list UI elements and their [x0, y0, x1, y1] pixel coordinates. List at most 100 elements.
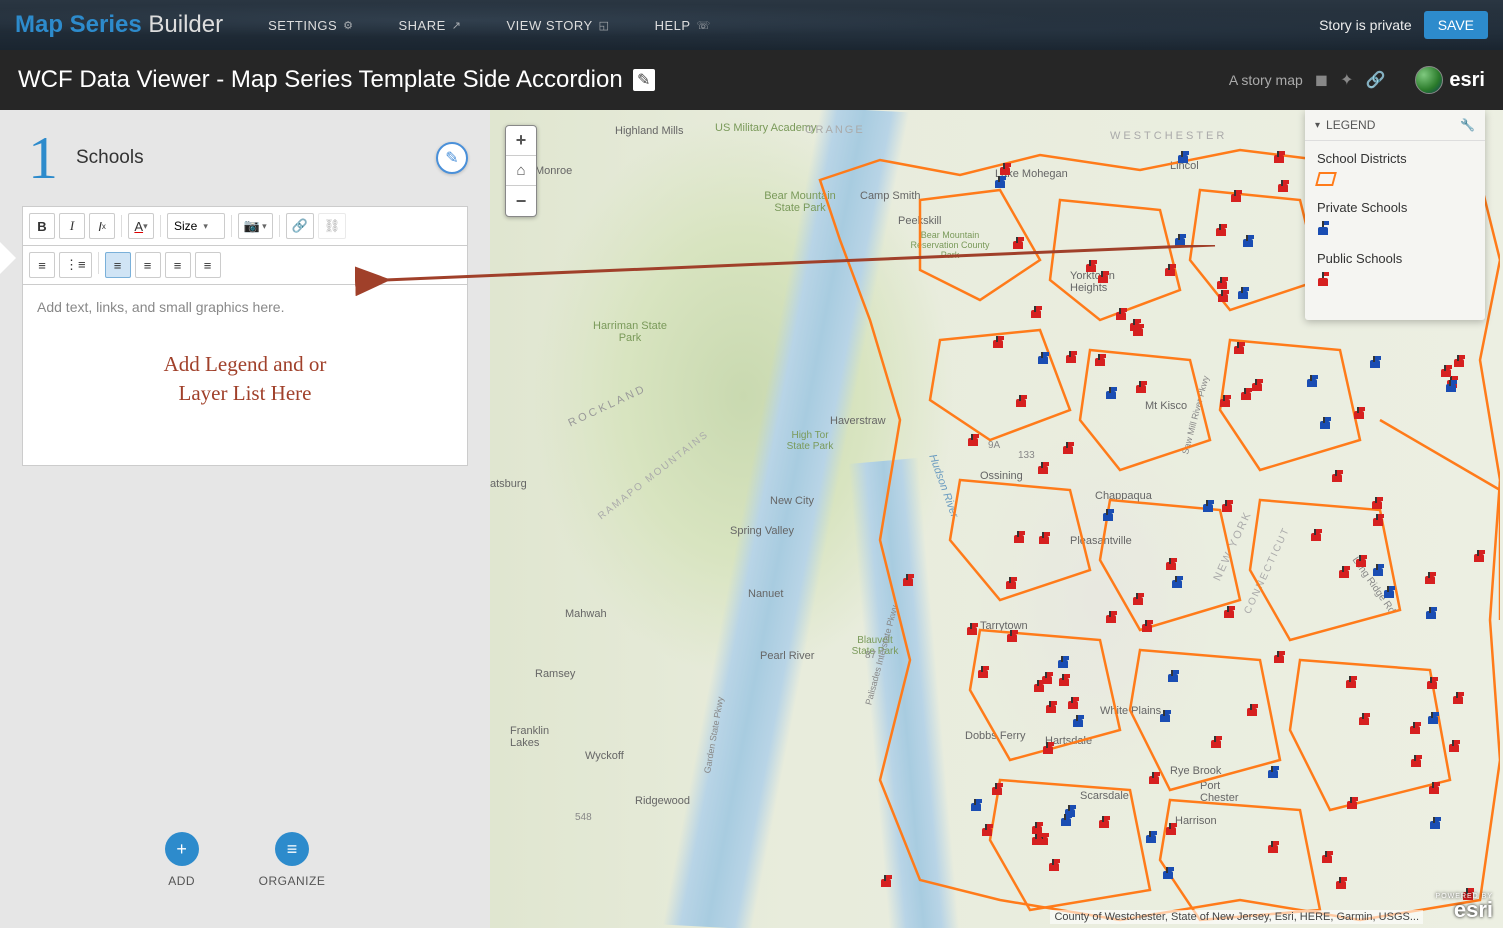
map-pin[interactable] — [1447, 740, 1461, 756]
map-pin[interactable] — [1176, 151, 1190, 167]
edit-title-button[interactable]: ✎ — [633, 69, 655, 91]
map-pin[interactable] — [1036, 462, 1050, 478]
map-pin[interactable] — [998, 163, 1012, 179]
map-pin[interactable] — [1096, 271, 1110, 287]
map-pin[interactable] — [1334, 877, 1348, 893]
map-pin[interactable] — [1071, 715, 1085, 731]
align-center-button[interactable]: ≡ — [135, 252, 161, 278]
map-pin[interactable] — [1318, 417, 1332, 433]
map-pin[interactable] — [1229, 190, 1243, 206]
map-pin[interactable] — [1101, 509, 1115, 525]
map-pin[interactable] — [1057, 674, 1071, 690]
map-pin[interactable] — [1173, 234, 1187, 250]
map-pin[interactable] — [1128, 319, 1142, 335]
map-pin[interactable] — [1354, 555, 1368, 571]
bold-button[interactable]: B — [29, 213, 55, 239]
map-pin[interactable] — [1214, 224, 1228, 240]
map-pin[interactable] — [1245, 704, 1259, 720]
font-size-select[interactable]: Size▾ — [167, 213, 225, 239]
map-pin[interactable] — [1014, 395, 1028, 411]
edit-section-button[interactable]: ✎ — [436, 142, 468, 174]
map-pin[interactable] — [965, 623, 979, 639]
link-button[interactable]: 🔗 — [286, 213, 314, 239]
map-pin[interactable] — [1164, 558, 1178, 574]
map-pin[interactable] — [1266, 766, 1280, 782]
map-pin[interactable] — [1344, 676, 1358, 692]
map-pin[interactable] — [1425, 677, 1439, 693]
map-pin[interactable] — [901, 574, 915, 590]
map-pin[interactable] — [1144, 831, 1158, 847]
map-pin[interactable] — [1158, 710, 1172, 726]
map-pin[interactable] — [969, 799, 983, 815]
map-pin[interactable] — [1337, 566, 1351, 582]
map-pin[interactable] — [1164, 823, 1178, 839]
map-pin[interactable] — [1371, 514, 1385, 530]
link-icon[interactable]: 🔗 — [1365, 70, 1385, 90]
zoom-home-button[interactable]: ⌂ — [506, 156, 536, 186]
map-pin[interactable] — [1209, 736, 1223, 752]
italic-button[interactable]: I — [59, 213, 85, 239]
map-pin[interactable] — [980, 824, 994, 840]
map-pin[interactable] — [1408, 722, 1422, 738]
map-pin[interactable] — [1236, 287, 1250, 303]
map-pin[interactable] — [879, 875, 893, 891]
map-pin[interactable] — [1371, 564, 1385, 580]
zoom-in-button[interactable]: + — [506, 126, 536, 156]
map-pin[interactable] — [1427, 782, 1441, 798]
map-pin[interactable] — [1104, 387, 1118, 403]
map-pin[interactable] — [990, 783, 1004, 799]
map-pin[interactable] — [1370, 497, 1384, 513]
map-pin[interactable] — [1064, 351, 1078, 367]
map-pin[interactable] — [1012, 531, 1026, 547]
map-pin[interactable] — [1272, 151, 1286, 167]
map-pin[interactable] — [1134, 381, 1148, 397]
map-pin[interactable] — [1368, 356, 1382, 372]
map-pin[interactable] — [1309, 529, 1323, 545]
zoom-out-button[interactable]: − — [506, 186, 536, 216]
map-pin[interactable] — [1444, 380, 1458, 396]
map-pin[interactable] — [1041, 742, 1055, 758]
insert-media-button[interactable]: 📷▾ — [238, 213, 273, 239]
align-justify-button[interactable]: ≡ — [195, 252, 221, 278]
map-pin[interactable] — [1036, 352, 1050, 368]
map-pin[interactable] — [1320, 851, 1334, 867]
map-pin[interactable] — [1032, 680, 1046, 696]
unordered-list-button[interactable]: ⋮≡ — [59, 252, 92, 278]
nav-help[interactable]: HELP☏ — [655, 18, 711, 33]
facebook-icon[interactable]: ◼ — [1315, 70, 1328, 90]
map-pin[interactable] — [1166, 670, 1180, 686]
map-pin[interactable] — [1423, 572, 1437, 588]
map-pin[interactable] — [1044, 701, 1058, 717]
map-pin[interactable] — [1276, 180, 1290, 196]
map-pin[interactable] — [1266, 841, 1280, 857]
map-pin[interactable] — [1056, 656, 1070, 672]
map-pin[interactable] — [1222, 606, 1236, 622]
map-pin[interactable] — [1232, 342, 1246, 358]
map-pin[interactable] — [1131, 593, 1145, 609]
clear-format-button[interactable]: Ix — [89, 213, 115, 239]
map-pin[interactable] — [1426, 712, 1440, 728]
map-pin[interactable] — [1352, 407, 1366, 423]
map-pin[interactable] — [1030, 822, 1044, 838]
map-pin[interactable] — [1093, 354, 1107, 370]
map-pin[interactable] — [1004, 577, 1018, 593]
nav-settings[interactable]: SETTINGS⚙ — [268, 18, 353, 33]
map-pin[interactable] — [1047, 859, 1061, 875]
align-left-button[interactable]: ≡ — [105, 252, 131, 278]
map-pin[interactable] — [1097, 816, 1111, 832]
map-pin[interactable] — [976, 666, 990, 682]
align-right-button[interactable]: ≡ — [165, 252, 191, 278]
map-pin[interactable] — [991, 336, 1005, 352]
map-pin[interactable] — [1061, 442, 1075, 458]
map-pin[interactable] — [1029, 306, 1043, 322]
font-color-button[interactable]: A▾ — [128, 213, 154, 239]
add-section-button[interactable]: + ADD — [165, 832, 199, 888]
map-pin[interactable] — [1215, 277, 1229, 293]
map-pin[interactable] — [1084, 260, 1098, 276]
map-pin[interactable] — [1452, 355, 1466, 371]
map-pin[interactable] — [1272, 651, 1286, 667]
map-pin[interactable] — [1472, 550, 1486, 566]
map-pin[interactable] — [1451, 692, 1465, 708]
map-pin[interactable] — [1059, 814, 1073, 830]
map-pin[interactable] — [1345, 797, 1359, 813]
